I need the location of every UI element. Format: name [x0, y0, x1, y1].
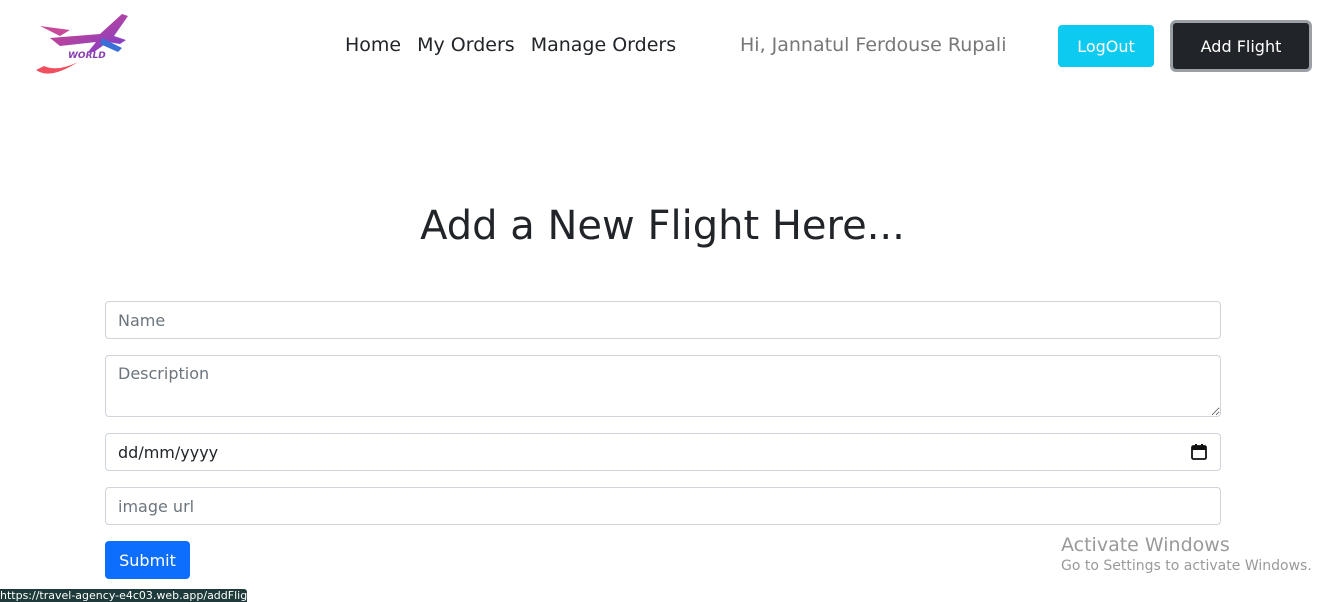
name-input[interactable]	[105, 301, 1221, 339]
description-input[interactable]	[105, 355, 1221, 417]
nav-manage-orders[interactable]: Manage Orders	[531, 34, 676, 56]
image-url-input[interactable]	[105, 487, 1221, 525]
user-greeting: Hi, Jannatul Ferdouse Rupali	[740, 34, 1007, 56]
date-input-value: dd/mm/yyyy	[118, 442, 219, 462]
submit-button[interactable]: Submit	[105, 541, 190, 579]
add-flight-button[interactable]: Add Flight	[1170, 20, 1312, 72]
activate-windows-title: Activate Windows	[1061, 534, 1230, 556]
nav-home[interactable]: Home	[345, 34, 401, 56]
date-input[interactable]: dd/mm/yyyy	[105, 433, 1221, 471]
page-title: Add a New Flight Here...	[420, 203, 905, 249]
status-bar-url: https://travel-agency-e4c03.web.app/addF…	[0, 589, 247, 602]
calendar-icon[interactable]	[1190, 443, 1208, 461]
main-nav: Home My Orders Manage Orders	[345, 34, 692, 56]
page: WORLD Home My Orders Manage Orders Hi, J…	[0, 0, 1335, 602]
activate-windows-subtitle: Go to Settings to activate Windows.	[1061, 558, 1312, 574]
svg-text:WORLD: WORLD	[68, 51, 106, 61]
nav-my-orders[interactable]: My Orders	[417, 34, 515, 56]
logout-button[interactable]: LogOut	[1058, 25, 1154, 67]
logo[interactable]: WORLD	[30, 8, 130, 82]
